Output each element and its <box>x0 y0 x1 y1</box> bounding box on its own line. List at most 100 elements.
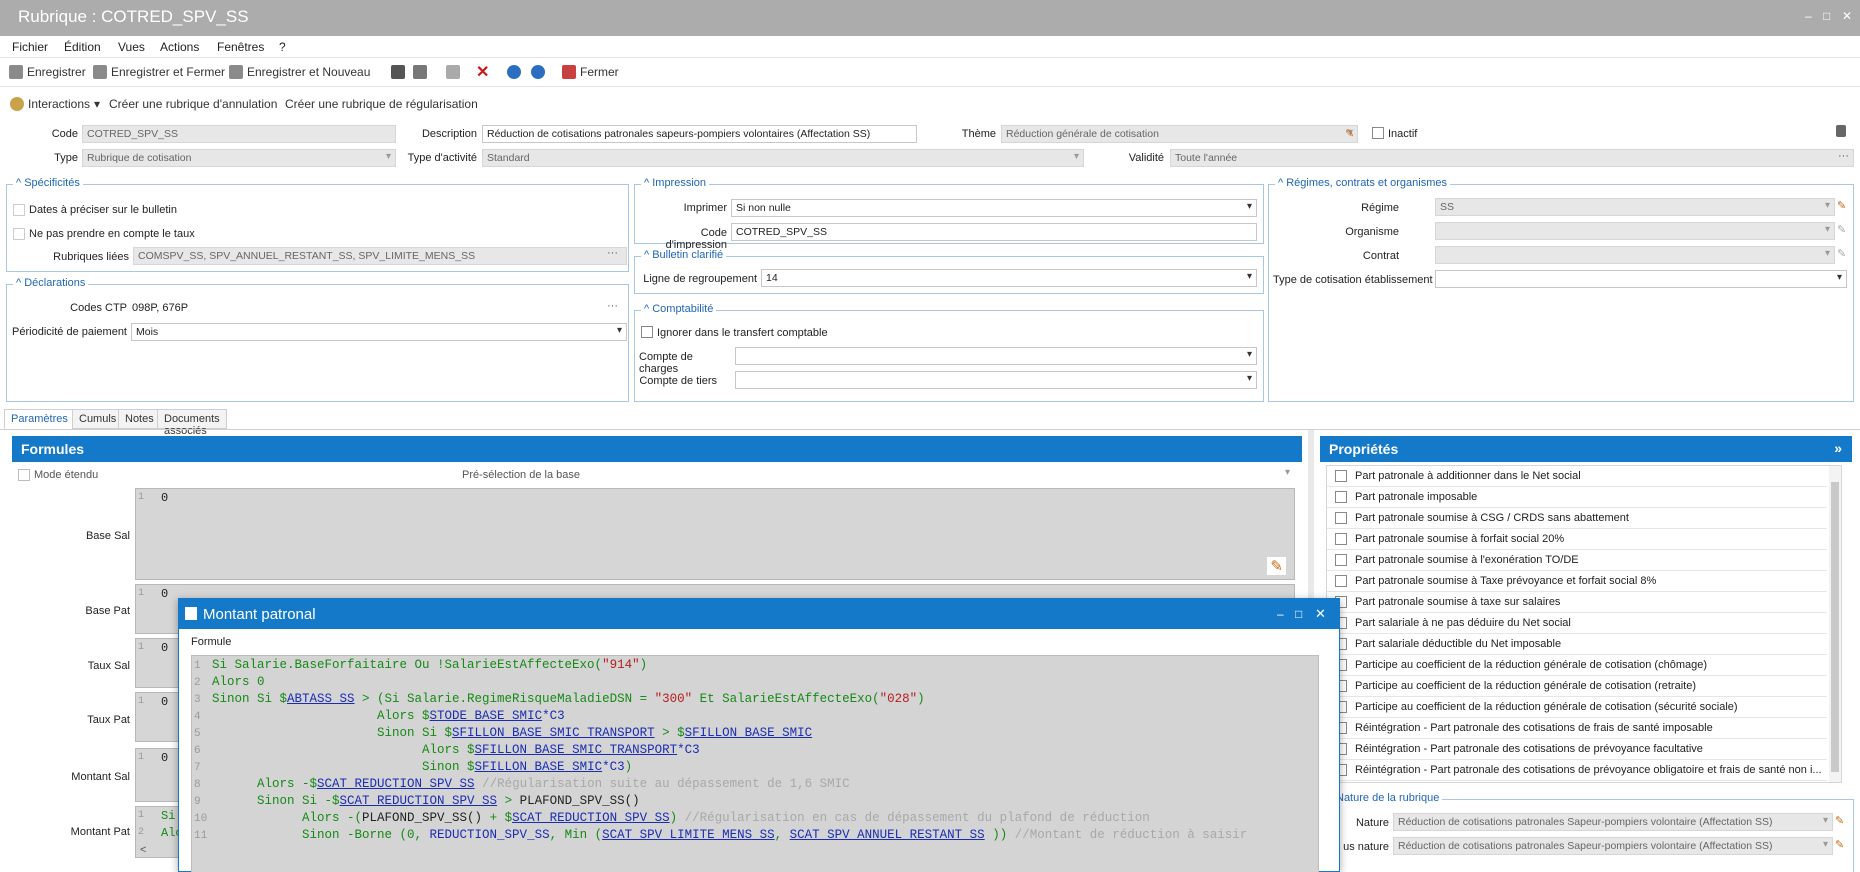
collapse-icon[interactable]: ^ <box>644 249 652 261</box>
edit-regime-icon[interactable]: ✎ <box>1837 199 1846 212</box>
print-button[interactable] <box>391 65 405 79</box>
menu-fenetres[interactable]: Fenêtres <box>217 40 264 54</box>
property-item[interactable]: Part patronale soumise à Taxe prévoyance… <box>1327 571 1827 592</box>
tab-notes[interactable]: Notes <box>118 409 161 429</box>
menu-edition[interactable]: Édition <box>64 40 101 54</box>
delete-button[interactable]: ✕ <box>476 62 489 82</box>
line-number: 10 <box>194 813 208 825</box>
edit-theme-icon[interactable]: ✎ <box>1345 127 1354 140</box>
copy-button[interactable] <box>446 65 460 79</box>
property-item[interactable]: Part patronale soumise à l'exonération T… <box>1327 550 1827 571</box>
property-item[interactable]: Part salariale déductible du Net imposab… <box>1327 634 1827 655</box>
ignore-transfer-checkbox[interactable] <box>641 326 653 338</box>
organisme-select[interactable] <box>1435 222 1835 240</box>
save-button[interactable]: Enregistrer <box>9 65 86 79</box>
scroll-left-icon[interactable]: < <box>140 844 146 856</box>
property-checkbox[interactable] <box>1335 554 1347 566</box>
property-item[interactable]: Part patronale imposable <box>1327 487 1827 508</box>
close-icon[interactable]: ✕ <box>1842 9 1852 23</box>
edit-sous-nature-icon[interactable]: ✎ <box>1835 838 1844 851</box>
tiers-select[interactable] <box>735 371 1257 389</box>
edit-contract-icon[interactable]: ✎ <box>1837 247 1846 260</box>
save-new-button[interactable]: Enregistrer et Nouveau <box>229 65 370 79</box>
regroup-select[interactable]: 14 <box>761 269 1257 287</box>
period-select[interactable]: Mois <box>131 323 627 341</box>
charges-select[interactable] <box>735 347 1257 365</box>
close-button[interactable]: Fermer <box>562 65 619 79</box>
taux-label: Ne pas prendre en compte le taux <box>29 228 195 240</box>
validity-field[interactable]: Toute l'année <box>1170 149 1854 167</box>
dates-checkbox[interactable] <box>13 204 25 216</box>
property-item[interactable]: Participe au coefficient de la réduction… <box>1327 655 1827 676</box>
collapse-icon[interactable]: ^ <box>16 177 24 189</box>
property-item[interactable]: Réintégration - Part patronale des cotis… <box>1327 739 1827 760</box>
property-item[interactable]: Réintégration - Part patronale des cotis… <box>1327 760 1827 781</box>
save-close-button[interactable]: Enregistrer et Fermer <box>93 65 225 79</box>
close-icon[interactable]: ✕ <box>1315 606 1326 622</box>
menu-vues[interactable]: Vues <box>118 40 145 54</box>
contract-select[interactable] <box>1435 246 1835 264</box>
nature-select[interactable]: Réduction de cotisations patronales Sape… <box>1393 813 1833 831</box>
minimize-icon[interactable]: – <box>1277 607 1284 621</box>
property-checkbox[interactable] <box>1335 512 1347 524</box>
property-item[interactable]: Part salariale à ne pas déduire du Net s… <box>1327 613 1827 634</box>
linked-more-icon[interactable]: ··· <box>607 247 618 259</box>
print-code-field[interactable]: COTRED_SPV_SS <box>731 223 1257 241</box>
collapse-icon[interactable]: ^ <box>644 303 652 315</box>
next-button[interactable] <box>531 65 545 79</box>
maximize-icon[interactable]: □ <box>1823 9 1830 23</box>
interactions-button[interactable]: Interactions ▾ <box>10 97 100 111</box>
scroll-thumb[interactable] <box>1831 482 1839 772</box>
type-select[interactable]: Rubrique de cotisation <box>82 149 396 167</box>
code-label: Code <box>51 128 78 140</box>
collapse-icon[interactable]: ^ <box>1278 177 1286 189</box>
cancel-rubric-button[interactable]: Créer une rubrique d'annulation <box>109 97 277 111</box>
maximize-icon[interactable]: □ <box>1295 607 1302 621</box>
property-item[interactable]: Participe au coefficient de la réduction… <box>1327 697 1827 718</box>
property-checkbox[interactable] <box>1335 470 1347 482</box>
minimize-icon[interactable]: – <box>1805 9 1812 23</box>
print-select[interactable]: Si non nulle <box>731 199 1257 217</box>
property-item[interactable]: Part patronale à additionner dans le Net… <box>1327 466 1827 487</box>
property-item[interactable]: Réintégration - Part patronale des cotis… <box>1327 718 1827 739</box>
print-preview-button[interactable] <box>413 65 427 79</box>
formula-editor[interactable]: 1 Si Salarie.BaseForfaitaire Ou !SalarieE… <box>191 655 1319 872</box>
edit-formula-icon[interactable]: ✎ <box>1267 557 1286 575</box>
expand-icon[interactable]: » <box>1834 440 1842 456</box>
more-icon[interactable]: ··· <box>1838 150 1849 162</box>
inactive-checkbox[interactable] <box>1372 127 1384 139</box>
menu-help[interactable]: ? <box>279 40 286 54</box>
cotisation-type-select[interactable] <box>1435 270 1847 288</box>
edit-nature-icon[interactable]: ✎ <box>1835 814 1844 827</box>
property-checkbox[interactable] <box>1335 575 1347 587</box>
tab-documents[interactable]: Documents associés <box>157 409 227 437</box>
regul-rubric-button[interactable]: Créer une rubrique de régularisation <box>285 97 478 111</box>
extended-mode-checkbox[interactable] <box>18 469 30 481</box>
edit-organisme-icon[interactable]: ✎ <box>1837 223 1846 236</box>
linked-field[interactable]: COMSPV_SS, SPV_ANNUEL_RESTANT_SS, SPV_LI… <box>133 247 627 265</box>
preselection-select[interactable] <box>585 465 1295 483</box>
property-item[interactable]: Participe au coefficient de la réduction… <box>1327 676 1827 697</box>
description-field[interactable]: Réduction de cotisations patronales sape… <box>482 125 917 143</box>
previous-button[interactable] <box>507 65 521 79</box>
property-item[interactable]: Part patronale soumise à forfait social … <box>1327 529 1827 550</box>
tab-parametres[interactable]: Paramètres <box>4 409 75 429</box>
base-sal-editor[interactable]: 1 0 ✎ <box>135 488 1295 580</box>
sous-nature-select[interactable]: Réduction de cotisations patronales Sape… <box>1393 837 1833 855</box>
menu-actions[interactable]: Actions <box>160 40 199 54</box>
menu-fichier[interactable]: Fichier <box>12 40 48 54</box>
property-item[interactable]: Part patronale soumise à taxe sur salair… <box>1327 592 1827 613</box>
property-checkbox[interactable] <box>1335 491 1347 503</box>
collapse-icon[interactable]: ^ <box>16 277 24 289</box>
code-field[interactable]: COTRED_SPV_SS <box>82 125 396 143</box>
regime-select[interactable]: SS <box>1435 198 1835 216</box>
taux-checkbox[interactable] <box>13 228 25 240</box>
property-checkbox[interactable] <box>1335 533 1347 545</box>
properties-scrollbar[interactable] <box>1829 466 1841 782</box>
collapse-icon[interactable]: ^ <box>644 177 652 189</box>
theme-select[interactable]: Réduction générale de cotisation <box>1001 125 1358 143</box>
property-item[interactable]: Part patronale soumise à CSG / CRDS sans… <box>1327 508 1827 529</box>
ctp-more-icon[interactable]: ··· <box>607 300 618 312</box>
tab-cumuls[interactable]: Cumuls <box>72 409 124 429</box>
activity-type-select[interactable]: Standard <box>482 149 1084 167</box>
